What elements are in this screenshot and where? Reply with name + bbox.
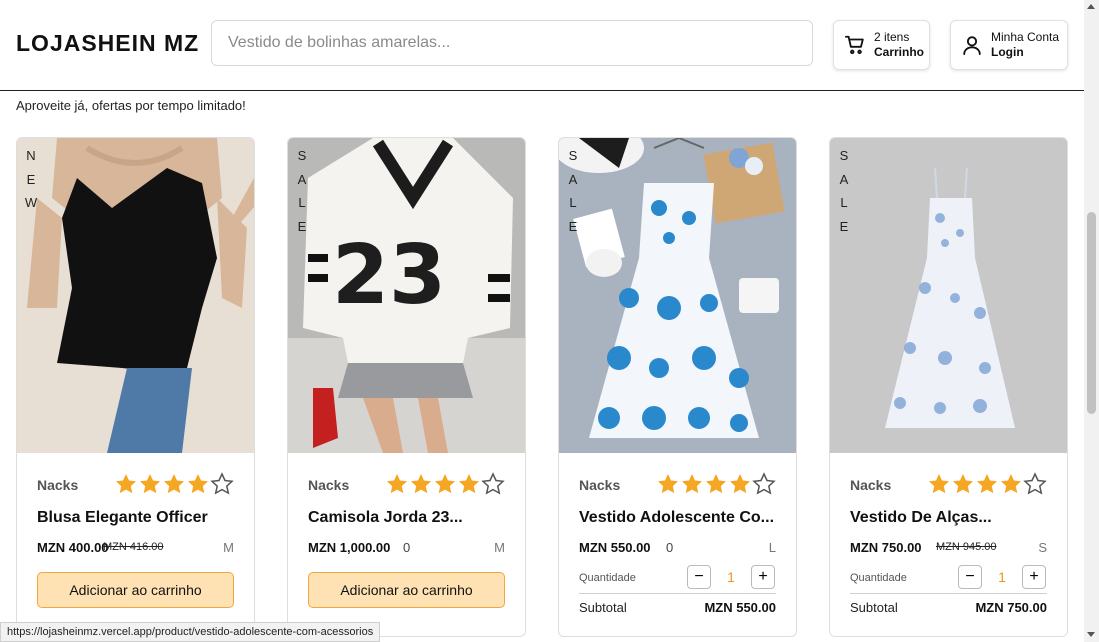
product-name[interactable]: Vestido Adolescente Co...: [579, 509, 774, 527]
status-bar-url: https://lojasheinmz.vercel.app/product/v…: [0, 622, 381, 642]
divider: [579, 593, 776, 594]
star-filled-icon: [188, 474, 208, 494]
subtotal-label: Subtotal: [850, 600, 898, 615]
star-filled-icon: [387, 474, 407, 494]
quantity-value: 1: [998, 569, 1006, 585]
product-brand: Nacks: [579, 477, 621, 493]
star-empty-icon: [210, 472, 234, 495]
add-to-cart-button[interactable]: Adicionar ao carrinho: [37, 572, 234, 608]
product-price: MZN 550.00: [579, 540, 651, 555]
star-filled-icon: [411, 474, 431, 494]
product-badge: NEW: [24, 148, 38, 210]
star-empty-icon: [1023, 472, 1047, 495]
star-filled-icon: [658, 474, 678, 494]
product-name[interactable]: Vestido De Alças...: [850, 509, 992, 527]
product-extra: 0: [666, 540, 674, 555]
product-image[interactable]: SALE: [830, 138, 1067, 453]
star-empty-icon: [481, 472, 505, 495]
star-filled-icon: [435, 474, 455, 494]
svg-text:23: 23: [332, 228, 446, 323]
scrollbar-thumb[interactable]: [1087, 212, 1096, 414]
cart-count: 2 itens: [874, 30, 910, 44]
quantity-stepper: − 1 +: [687, 565, 775, 589]
product-badge: SALE: [297, 148, 307, 234]
star-filled-icon: [140, 474, 160, 494]
star-filled-icon: [459, 474, 479, 494]
product-old-price: MZN 416.00: [103, 541, 164, 553]
quantity-label: Quantidade: [579, 572, 636, 584]
product-card[interactable]: NEW Nacks Blusa Elegante Officer MZN 400…: [16, 137, 255, 637]
account-label: Minha Conta: [991, 30, 1060, 44]
rating-stars: [927, 472, 1047, 496]
star-filled-icon: [1001, 474, 1021, 494]
product-brand: Nacks: [37, 477, 79, 493]
product-brand: Nacks: [308, 477, 350, 493]
product-badge: SALE: [568, 148, 578, 234]
cart-button[interactable]: 2 itens Carrinho: [833, 20, 930, 70]
product-image[interactable]: 23 SALE: [288, 138, 525, 453]
search-input[interactable]: [211, 20, 813, 66]
rating-stars: [385, 472, 505, 496]
product-price: MZN 400.00: [37, 540, 109, 555]
decrease-quantity-button[interactable]: −: [687, 565, 711, 589]
product-size: L: [768, 540, 776, 555]
star-filled-icon: [730, 474, 750, 494]
product-extra: 0: [403, 540, 411, 555]
product-image[interactable]: SALE: [559, 138, 796, 453]
quantity-stepper: − 1 +: [958, 565, 1046, 589]
rating-stars: [114, 472, 234, 496]
subtotal-value: MZN 550.00: [704, 600, 776, 615]
subtotal-value: MZN 750.00: [975, 600, 1047, 615]
product-name[interactable]: Blusa Elegante Officer: [37, 509, 208, 527]
star-filled-icon: [682, 474, 702, 494]
star-empty-icon: [752, 472, 776, 495]
increase-quantity-button[interactable]: +: [751, 565, 775, 589]
promo-text: Aproveite já, ofertas por tempo limitado…: [16, 98, 246, 113]
subtotal-label: Subtotal: [579, 600, 627, 615]
star-filled-icon: [706, 474, 726, 494]
login-label: Login: [991, 45, 1024, 59]
vertical-scrollbar[interactable]: [1084, 0, 1099, 642]
scroll-up-icon[interactable]: [1087, 4, 1095, 9]
increase-quantity-button[interactable]: +: [1022, 565, 1046, 589]
product-price: MZN 1,000.00: [308, 540, 391, 555]
quantity-label: Quantidade: [850, 572, 907, 584]
star-filled-icon: [929, 474, 949, 494]
account-button[interactable]: Minha Conta Login: [950, 20, 1068, 70]
divider: [850, 593, 1047, 594]
product-badge: SALE: [839, 148, 849, 234]
cart-icon: [844, 34, 866, 56]
scroll-down-icon[interactable]: [1087, 632, 1095, 637]
user-icon: [961, 34, 983, 56]
product-old-price: MZN 945.00: [936, 541, 997, 553]
page: LOJASHEIN MZ 2 itens Carrinho Minha Cont…: [0, 0, 1099, 642]
site-logo[interactable]: LOJASHEIN MZ: [16, 30, 199, 57]
star-filled-icon: [116, 474, 136, 494]
product-brand: Nacks: [850, 477, 892, 493]
header: LOJASHEIN MZ 2 itens Carrinho Minha Cont…: [0, 0, 1084, 91]
product-card[interactable]: SALE Nacks Vestido De Alças... MZN 750.0…: [829, 137, 1068, 637]
quantity-value: 1: [727, 569, 735, 585]
star-filled-icon: [953, 474, 973, 494]
product-size: S: [1038, 540, 1047, 555]
star-filled-icon: [164, 474, 184, 494]
product-card[interactable]: 23 SALE Nacks Camisola Jorda 23... MZN 1…: [287, 137, 526, 637]
cart-label: Carrinho: [874, 45, 925, 59]
decrease-quantity-button[interactable]: −: [958, 565, 982, 589]
product-size: M: [494, 540, 505, 555]
product-name[interactable]: Camisola Jorda 23...: [308, 509, 463, 527]
rating-stars: [656, 472, 776, 496]
product-card[interactable]: SALE Nacks Vestido Adolescente Co... MZN…: [558, 137, 797, 637]
product-size: M: [223, 540, 234, 555]
star-filled-icon: [977, 474, 997, 494]
product-image[interactable]: NEW: [17, 138, 254, 453]
product-price: MZN 750.00: [850, 540, 922, 555]
add-to-cart-button[interactable]: Adicionar ao carrinho: [308, 572, 505, 608]
